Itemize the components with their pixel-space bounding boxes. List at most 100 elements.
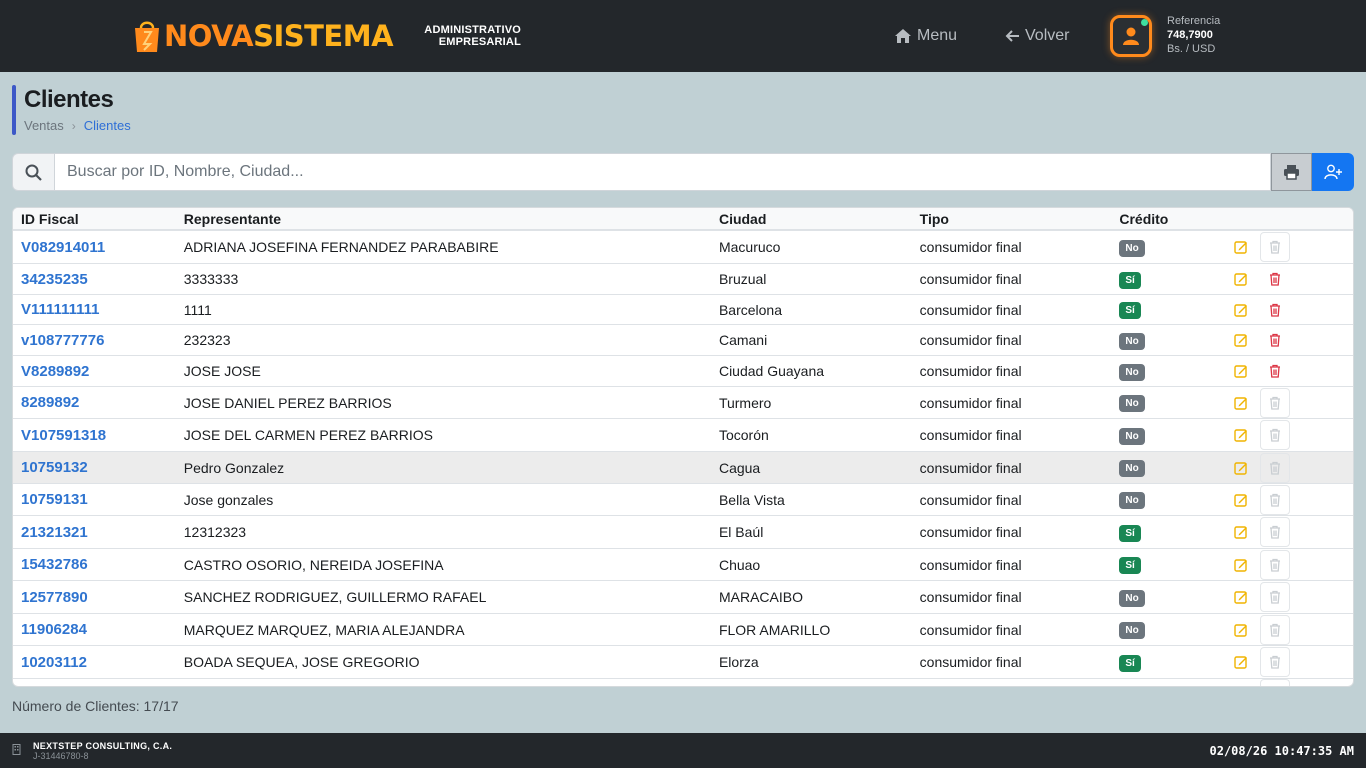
table-row[interactable]: V107591318 JOSE DEL CARMEN PEREZ BARRIOS T…: [13, 419, 1353, 452]
edit-icon: [1234, 429, 1248, 442]
edit-icon: [1234, 656, 1248, 669]
trash-icon: [1270, 428, 1281, 442]
trash-icon: [1270, 272, 1281, 286]
row-actions: [1226, 295, 1353, 325]
cell-ciudad: FLOR AMARILLO: [718, 621, 831, 638]
table-row[interactable]: 10759131 Jose gonzales Bella Vista consumid…: [13, 484, 1353, 516]
edit-button[interactable]: [1226, 453, 1256, 483]
edit-icon: [1234, 526, 1248, 539]
table-row[interactable]: V111111111 1111 Barcelona consumidor final S…: [13, 295, 1353, 325]
company-rif: J-31446780-8: [33, 751, 89, 761]
row-actions: [1226, 484, 1353, 515]
edit-button[interactable]: [1226, 232, 1256, 262]
trash-icon: [1270, 525, 1281, 539]
brand-subtitle: ADMINISTRATIVO EMPRESARIAL: [424, 24, 521, 48]
cell-id-fiscal[interactable]: 34235235: [13, 271, 176, 288]
cell-tipo: consumidor final: [919, 491, 1022, 508]
user-avatar[interactable]: [1110, 15, 1152, 57]
print-button[interactable]: [1271, 153, 1312, 191]
delete-button[interactable]: [1260, 264, 1290, 294]
table-row[interactable]: 12577890 SANCHEZ RODRIGUEZ, GUILLERMO RAF…: [13, 581, 1353, 614]
table-row[interactable]: V8289892 JOSE JOSE Ciudad Guayana consumido…: [13, 356, 1353, 387]
row-actions: [1226, 232, 1353, 262]
row-actions: [1226, 264, 1353, 294]
row-actions: [1226, 325, 1353, 355]
table-row[interactable]: 15432786 CASTRO OSORIO, NEREIDA JOSEFINA C…: [13, 549, 1353, 581]
cell-representante: MARQUEZ MARQUEZ, MARIA ALEJANDRA: [183, 621, 465, 638]
edit-button[interactable]: [1226, 420, 1256, 450]
table-row[interactable]: 8289892 JOSE DANIEL PEREZ BARRIOS Turmero c…: [13, 387, 1353, 419]
edit-icon: [1234, 334, 1248, 347]
cell-ciudad: Tocorón: [718, 427, 769, 443]
table-row[interactable]: v108777776 232323 Camani consumidor final No: [13, 325, 1353, 356]
edit-button[interactable]: [1226, 356, 1256, 386]
delete-button[interactable]: [1260, 325, 1290, 355]
header-tipo[interactable]: Tipo: [912, 208, 1112, 229]
delete-button: [1260, 582, 1291, 612]
back-button[interactable]: Volver: [1005, 24, 1069, 48]
edit-button[interactable]: [1226, 485, 1256, 515]
cell-id-fiscal[interactable]: 15432786: [13, 556, 176, 573]
table-row[interactable]: 11906284 MARQUEZ MARQUEZ, MARIA ALEJANDRA…: [13, 614, 1353, 646]
breadcrumb-clientes[interactable]: Clientes: [84, 118, 131, 133]
delete-button: [1260, 484, 1291, 515]
row-actions: [1226, 420, 1353, 450]
cell-tipo: consumidor final: [919, 271, 1022, 287]
cell-id-fiscal[interactable]: V111111111: [13, 301, 176, 318]
footer-bar: NEXTSTEP CONSULTING, C.A. J-31446780-8 0…: [0, 733, 1366, 768]
cell-id-fiscal[interactable]: 10203112: [13, 654, 176, 671]
add-client-button[interactable]: [1312, 153, 1354, 191]
breadcrumb-ventas[interactable]: Ventas: [24, 118, 64, 133]
cell-ciudad: MARACAIBO: [718, 589, 803, 605]
edit-button[interactable]: [1226, 582, 1256, 612]
delete-button[interactable]: [1260, 356, 1290, 386]
edit-icon: [1234, 365, 1248, 378]
edit-icon: [1234, 623, 1248, 637]
delete-button: [1260, 420, 1291, 450]
clients-count: Número de Clientes: 17/17: [12, 698, 179, 714]
table-row[interactable]: 10203112 BOADA SEQUEA, JOSE GREGORIO Elorz…: [13, 646, 1353, 679]
header-ciudad[interactable]: Ciudad: [711, 208, 912, 229]
header-actions: [1226, 208, 1353, 229]
edit-button[interactable]: [1226, 517, 1256, 547]
delete-button[interactable]: [1260, 295, 1290, 325]
edit-button[interactable]: [1226, 325, 1256, 355]
reference-value: 748,7900: [1167, 29, 1213, 41]
table-row[interactable]: 10759132 Pedro Gonzalez Cagua consumidor fi…: [13, 452, 1353, 484]
edit-button[interactable]: [1226, 550, 1256, 580]
breadcrumb-separator: ›: [71, 118, 76, 133]
edit-button[interactable]: [1226, 264, 1256, 294]
edit-button[interactable]: [1226, 615, 1256, 645]
edit-button[interactable]: [1226, 388, 1256, 418]
search-bar: [12, 153, 1354, 191]
cell-id-fiscal[interactable]: V8289892: [13, 363, 176, 380]
edit-button[interactable]: [1226, 295, 1256, 325]
table-body: V082914011 ADRIANA JOSEFINA FERNANDEZ PAR…: [13, 231, 1353, 679]
header-representante[interactable]: Representante: [176, 208, 711, 229]
cell-credito: No: [1111, 458, 1226, 477]
user-icon: [1123, 27, 1139, 45]
brand-logo[interactable]: NOVASISTEMA: [132, 16, 394, 56]
trash-icon: [1270, 333, 1281, 347]
table-row[interactable]: 34235235 3333333 Bruzual consumidor final Sí: [13, 264, 1353, 295]
cell-id-fiscal[interactable]: 8289892: [13, 394, 176, 411]
cell-id-fiscal[interactable]: 10759131: [13, 491, 176, 508]
header-credito[interactable]: Crédito: [1111, 208, 1226, 229]
table-row[interactable]: V082914011 ADRIANA JOSEFINA FERNANDEZ PAR…: [13, 231, 1353, 264]
cell-ciudad: Bruzual: [718, 271, 767, 287]
cell-id-fiscal[interactable]: v108777776: [13, 332, 176, 349]
table-row[interactable]: 21321321 12312323 El Baúl consumidor final S…: [13, 516, 1353, 549]
datetime-clock: 02/08/26 10:47:35 AM: [1209, 744, 1355, 758]
search-input[interactable]: [54, 153, 1271, 191]
user-plus-icon: [1324, 164, 1342, 180]
cell-id-fiscal[interactable]: 12577890: [13, 589, 176, 606]
edit-icon: [1234, 303, 1248, 317]
cell-id-fiscal[interactable]: 11906284: [13, 621, 176, 638]
cell-id-fiscal[interactable]: V082914011: [13, 239, 176, 256]
cell-id-fiscal[interactable]: 21321321: [13, 524, 176, 541]
header-id-fiscal[interactable]: ID Fiscal: [13, 208, 176, 229]
menu-button[interactable]: Menu: [894, 24, 957, 48]
cell-id-fiscal[interactable]: 10759132: [13, 459, 176, 476]
cell-id-fiscal[interactable]: V107591318: [13, 427, 176, 444]
edit-icon: [1234, 273, 1248, 286]
